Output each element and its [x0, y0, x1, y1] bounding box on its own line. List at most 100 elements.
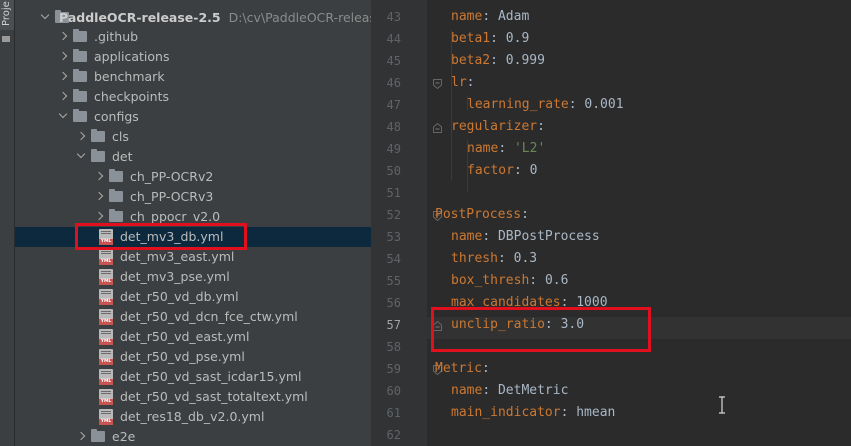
tree-row[interactable]: cls	[15, 127, 371, 147]
folder-icon	[73, 69, 87, 82]
line-number: 46	[386, 76, 401, 90]
yaml-separator: :	[466, 75, 475, 90]
folder-icon	[109, 169, 123, 182]
tree-row-label: ch_PP-OCRv3	[130, 189, 214, 204]
code-line[interactable]: main_indicator: hmean	[451, 405, 615, 420]
code-line[interactable]: name: DBPostProcess	[451, 229, 600, 244]
tree-row-label: det_r50_vd_east.yml	[120, 329, 250, 344]
yaml-value: DetMetric	[497, 383, 569, 398]
tree-row[interactable]: checkpoints	[15, 87, 371, 107]
tree-row-label: det	[112, 149, 133, 164]
folder-icon	[73, 29, 87, 42]
code-line[interactable]: learning_rate: 0.001	[467, 97, 624, 112]
tree-row[interactable]: det_mv3_pse.yml	[15, 267, 371, 287]
chevron-right-icon[interactable]	[58, 71, 68, 81]
code-editor[interactable]: 43 name: Adam 44 beta1: 0.9 45 beta2: 0.999 46…	[371, 0, 851, 446]
chevron-right-icon[interactable]	[94, 211, 104, 221]
tree-row-label: det_res18_db_v2.0.yml	[120, 409, 265, 424]
line-number: 44	[386, 32, 401, 46]
folder-icon	[91, 149, 105, 162]
yaml-key: box_thresh	[451, 273, 530, 288]
chevron-right-icon[interactable]	[58, 31, 68, 41]
yaml-separator: :	[490, 53, 506, 68]
code-line[interactable]: name: 'L2'	[467, 141, 545, 156]
tree-row[interactable]: det_r50_vd_sast_icdar15.yml	[15, 367, 371, 387]
indent-guide	[467, 96, 468, 110]
yaml-value: 0.3	[513, 251, 538, 266]
tree-row[interactable]: .github	[15, 27, 371, 47]
tree-row[interactable]: det_mv3_east.yml	[15, 247, 371, 267]
line-number: 53	[386, 230, 401, 244]
tree-row[interactable]: det_r50_vd_east.yml	[15, 327, 371, 347]
line-number: 58	[386, 340, 401, 354]
tree-row-label: ch_ppocr_v2.0	[130, 209, 221, 224]
chevron-right-icon[interactable]	[94, 191, 104, 201]
tree-row-label: det_mv3_east.yml	[120, 249, 235, 264]
tree-row[interactable]: configs	[15, 107, 371, 127]
tree-row[interactable]: det_res18_db_v2.0.yml	[15, 407, 371, 427]
yml-file-icon	[99, 409, 113, 425]
yml-file-icon	[99, 249, 113, 265]
tree-row[interactable]: det_r50_vd_pse.yml	[15, 347, 371, 367]
chevron-down-icon[interactable]	[58, 109, 68, 119]
tree-row-label: configs	[94, 109, 139, 124]
tree-row-label: det_mv3_pse.yml	[120, 269, 230, 284]
project-tool-tab[interactable]: Proje	[0, 0, 14, 30]
code-line[interactable]: factor: 0	[467, 163, 537, 178]
tree-row-label: e2e	[112, 429, 136, 444]
tree-row-label: cls	[112, 129, 129, 144]
yml-file-icon	[99, 269, 113, 285]
folder-icon	[91, 129, 105, 142]
tree-row[interactable]: det_r50_vd_sast_totaltext.yml	[15, 387, 371, 407]
tool-window-strip: Proje	[0, 0, 15, 446]
text-cursor-icon	[719, 396, 725, 414]
yaml-key: regularizer	[451, 119, 538, 134]
chevron-right-icon[interactable]	[76, 131, 86, 141]
code-line[interactable]: beta1: 0.9	[451, 31, 529, 46]
chevron-down-icon[interactable]	[76, 149, 86, 159]
tree-row[interactable]: ch_PP-OCRv2	[15, 167, 371, 187]
code-line[interactable]: name: Adam	[451, 9, 529, 24]
folder-icon	[73, 49, 87, 62]
tree-row[interactable]: benchmark	[15, 67, 371, 87]
code-line[interactable]: Metric:	[435, 361, 490, 376]
chevron-down-icon[interactable]	[40, 10, 50, 20]
yaml-key: name	[451, 383, 483, 398]
yaml-separator: :	[490, 31, 506, 46]
code-line[interactable]: beta2: 0.999	[451, 53, 545, 68]
code-line[interactable]: PostProcess:	[435, 207, 529, 222]
code-line[interactable]: thresh: 0.3	[451, 251, 537, 266]
yaml-separator: :	[482, 9, 498, 24]
tree-row[interactable]: det_r50_vd_db.yml	[15, 287, 371, 307]
code-line[interactable]: box_thresh: 0.6	[451, 273, 568, 288]
highlight-box-det-mv3-db	[75, 223, 247, 250]
code-line[interactable]: name: DetMetric	[451, 383, 568, 398]
chevron-right-icon[interactable]	[76, 431, 86, 441]
folder-icon	[109, 209, 123, 222]
folder-icon	[109, 189, 123, 202]
chevron-right-icon[interactable]	[94, 171, 104, 181]
chevron-right-icon[interactable]	[58, 91, 68, 101]
yaml-separator: :	[521, 207, 529, 222]
tree-row[interactable]: applications	[15, 47, 371, 67]
tree-row[interactable]: ch_PP-OCRv3	[15, 187, 371, 207]
yaml-value: 0.6	[544, 273, 569, 288]
yml-file-icon	[99, 349, 113, 365]
yml-file-icon	[99, 289, 113, 305]
structure-icon[interactable]	[2, 36, 10, 42]
yaml-separator: :	[513, 163, 530, 178]
tree-row[interactable]: det_r50_vd_dcn_fce_ctw.yml	[15, 307, 371, 327]
fold-collapse-icon[interactable]	[433, 79, 442, 89]
code-line[interactable]: regularizer:	[451, 119, 545, 134]
chevron-right-icon[interactable]	[58, 51, 68, 61]
fold-end-icon[interactable]	[433, 123, 442, 133]
tree-row[interactable]: e2e	[15, 427, 371, 446]
yaml-separator: :	[568, 97, 585, 112]
yaml-separator: :	[498, 141, 514, 156]
tree-row-label: applications	[94, 49, 170, 64]
line-number: 57	[386, 318, 401, 332]
yml-file-icon	[99, 329, 113, 345]
code-line[interactable]: lr:	[451, 75, 474, 90]
tree-row[interactable]: det	[15, 147, 371, 167]
tree-row-root[interactable]: PaddleOCR-release-2.5 D:\cv\PaddleOCR-rel…	[15, 8, 371, 28]
